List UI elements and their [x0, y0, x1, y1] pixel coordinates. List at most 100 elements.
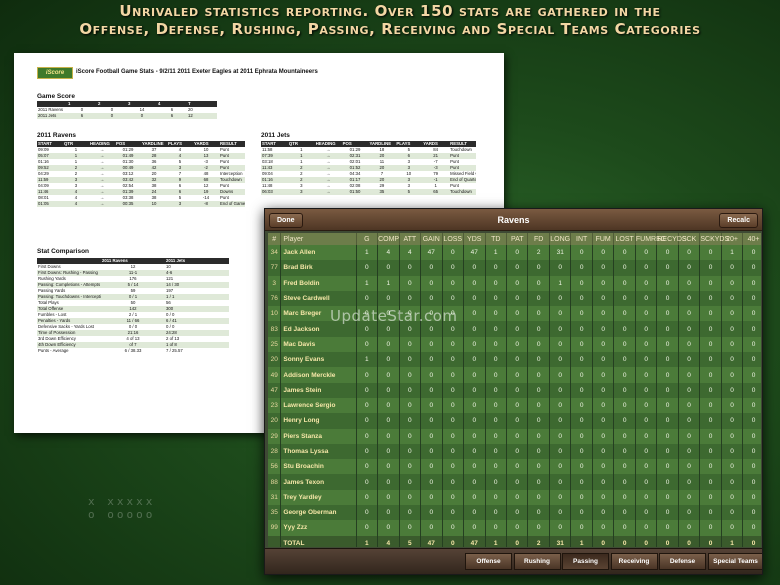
player-row[interactable]: 56Stu Broachin00000000000000000000.00.00…	[268, 459, 761, 475]
stat-cell: 0	[699, 260, 722, 276]
stats-column-header[interactable]: LONG	[549, 233, 572, 245]
stats-column-header[interactable]: RECYDS	[656, 233, 687, 245]
stats-column-header[interactable]: Player	[280, 233, 357, 245]
stat-cell: 0	[742, 520, 761, 536]
player-stats-panel: Ravens Done Recalc # Player G COMP ATT GAIN LO…	[264, 208, 763, 575]
player-number: 35	[268, 505, 282, 521]
stat-cell: 0	[613, 260, 636, 276]
player-row[interactable]: 20Sonny Evans10000000000000000000.00.00.…	[268, 352, 761, 368]
stats-column-header[interactable]: 40+	[742, 233, 761, 245]
stat-cell: 0	[678, 321, 701, 337]
player-row[interactable]: 99Yyy Zzz00000000000000000000.00.00.00.0	[268, 520, 761, 536]
player-row[interactable]: 20Henry Long00000000000000000000.00.00.0…	[268, 413, 761, 429]
recalc-button[interactable]: Recalc	[719, 213, 758, 228]
stats-column-header[interactable]: GAIN	[420, 233, 443, 245]
stat-cell: 0	[742, 245, 761, 261]
stats-column-header[interactable]: ATT	[399, 233, 422, 245]
player-row[interactable]: 77Brad Birk00000000000000000000.00.00.00…	[268, 260, 761, 276]
stat-cell: 0	[678, 489, 701, 506]
player-name: Henry Long	[280, 413, 357, 429]
ravens-drive-cell: 10	[141, 201, 167, 207]
stat-cell: 0	[549, 520, 572, 536]
player-row[interactable]: 76Steve Cardwell00000000000000000000.00.…	[268, 290, 761, 307]
stat-cell: 0	[678, 382, 701, 398]
tab-receiving[interactable]: Receiving	[610, 553, 658, 570]
player-row[interactable]: 47James Stein00000000000000000000.00.00.…	[268, 382, 761, 398]
stat-cell: 0	[549, 367, 572, 383]
stat-cell: 0	[699, 459, 722, 475]
tab-passing[interactable]: Passing	[562, 553, 609, 570]
player-row[interactable]: 29Piers Stanza00000000000000000000.00.00…	[268, 428, 761, 444]
stats-column-header[interactable]: FUMREC	[635, 233, 666, 245]
stats-column-header[interactable]: FUM	[592, 233, 615, 245]
stat-cell: 0	[699, 382, 722, 398]
stat-cell: 0	[485, 505, 507, 521]
stat-cell: 0	[399, 397, 422, 414]
stats-column-header[interactable]: COMP	[377, 233, 400, 245]
player-row[interactable]: 25Mac Davis00000000000000000000.00.00.00…	[268, 336, 761, 353]
stat-cell: 47	[420, 245, 443, 261]
stats-grid[interactable]: # Player G COMP ATT GAIN LOSS YDS TD PAT FD LONG INT…	[268, 233, 761, 547]
tab-special-teams[interactable]: Special Teams	[707, 553, 762, 570]
stat-cell: 0	[635, 459, 658, 475]
stat-cell: 0	[592, 275, 615, 291]
tab-offense[interactable]: Offense	[465, 553, 512, 570]
stat-cell: 0	[570, 352, 593, 368]
player-row[interactable]: 31Trey Yardley00000000000000000000.00.00…	[268, 489, 761, 506]
stat-cell: 0	[742, 306, 761, 322]
stats-column-header[interactable]: SCK	[678, 233, 701, 245]
stat-cell: 0	[742, 336, 761, 353]
stat-cell: 0	[549, 352, 572, 368]
stats-column-header[interactable]: LOSS	[442, 233, 465, 245]
done-button[interactable]: Done	[269, 213, 303, 228]
stat-cell: 0	[635, 336, 658, 353]
player-number: 49	[268, 367, 282, 383]
stats-column-header[interactable]: #	[268, 233, 282, 245]
stat-cell: 0	[570, 520, 593, 536]
stat-cell: 0	[442, 413, 465, 429]
stats-column-header[interactable]: LOST	[613, 233, 636, 245]
stat-cell: 0	[463, 397, 486, 414]
stats-column-header[interactable]: G	[356, 233, 379, 245]
stat-cell: 0	[656, 245, 679, 261]
tab-rushing[interactable]: Rushing	[513, 553, 561, 570]
stat-cell: 0	[420, 382, 443, 398]
player-row[interactable]: 88James Texon00000000000000000000.00.00.…	[268, 474, 761, 490]
stat-cell: 0	[570, 413, 593, 429]
stats-column-header[interactable]: SCKYDS	[699, 233, 729, 245]
player-row[interactable]: 34Jack Allen14447047102310000000101.00.2…	[268, 245, 761, 261]
stats-column-header[interactable]: PAT	[506, 233, 529, 245]
stat-cell: 0	[613, 459, 636, 475]
stat-cell: 0	[699, 367, 722, 383]
stat-cell: 0	[570, 367, 593, 383]
stat-cell: 0	[527, 474, 550, 490]
player-row[interactable]: 35George Oberman00000000000000000000.00.…	[268, 505, 761, 521]
stat-comparison-heading: Stat Comparison	[37, 248, 90, 255]
stats-column-header[interactable]: INT	[570, 233, 593, 245]
stat-cell: 0	[527, 275, 550, 291]
stat-cell: 0	[721, 367, 744, 383]
stat-cell: 0	[399, 260, 422, 276]
stat-cell: 0	[678, 428, 701, 444]
total-cell: 0	[699, 535, 722, 547]
stat-cell: 0	[399, 520, 422, 536]
stats-column-header[interactable]: FD	[527, 233, 550, 245]
player-row[interactable]: 23Lawrence Sergio00000000000000000000.00…	[268, 397, 761, 414]
player-row[interactable]: 49Addison Merckle00000000000000000000.00…	[268, 367, 761, 383]
stat-cell: 0	[463, 367, 486, 383]
player-number: 29	[268, 428, 282, 444]
headline: Unrivaled statistics reporting. Over 150…	[0, 2, 780, 38]
stat-cell: 0	[506, 474, 529, 490]
ravens-drives-heading: 2011 Ravens	[37, 132, 77, 139]
player-row[interactable]: 3Fred Boldin11000000010000000000.00.00.0…	[268, 275, 761, 291]
stat-cell: 0	[527, 367, 550, 383]
stats-column-header[interactable]: TD	[485, 233, 507, 245]
stat-cell: 0	[656, 367, 679, 383]
stat-cell: 0	[485, 489, 507, 506]
tab-defense[interactable]: Defense	[659, 553, 706, 570]
player-number: 25	[268, 336, 282, 353]
player-row[interactable]: 28Thomas Lyssa00000000000000000000.00.00…	[268, 443, 761, 460]
stats-column-header[interactable]: YDS	[463, 233, 486, 245]
stat-cell: 0	[506, 367, 529, 383]
stat-cell: 0	[656, 520, 679, 536]
